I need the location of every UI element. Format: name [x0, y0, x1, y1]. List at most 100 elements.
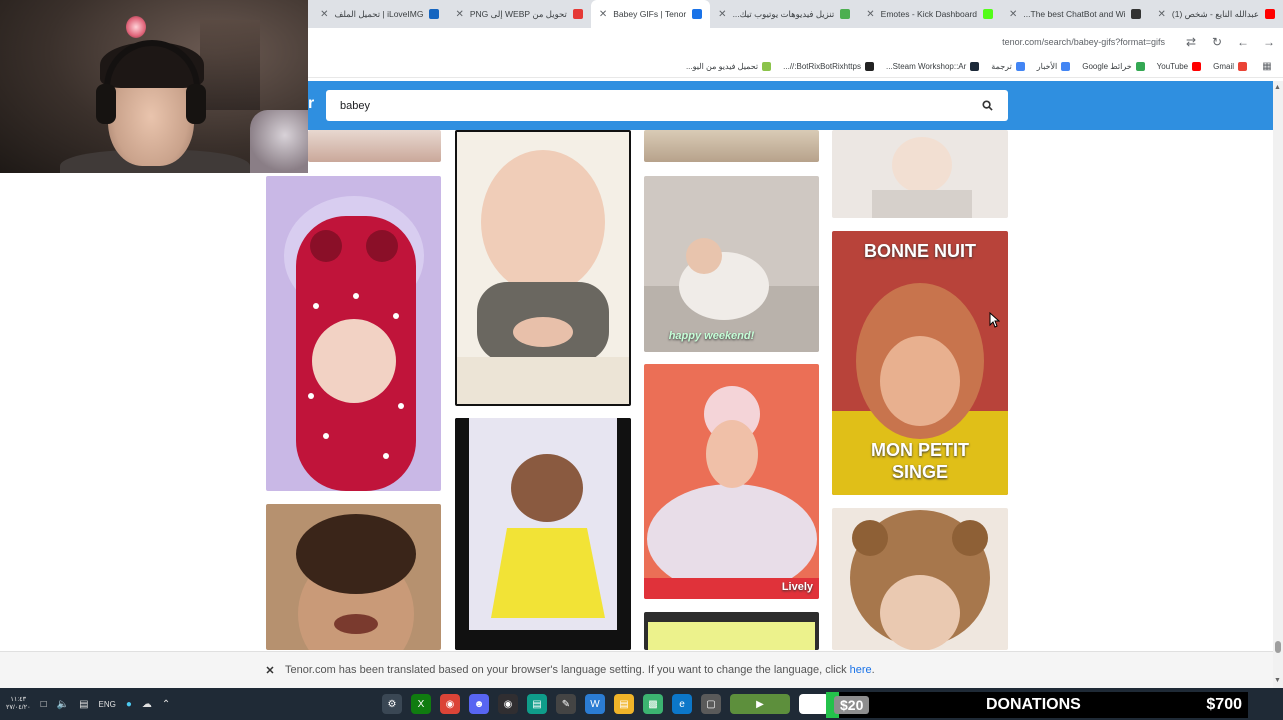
- store-app-icon[interactable]: ▩: [643, 694, 663, 714]
- tenor-logo[interactable]: r: [308, 95, 314, 113]
- apps-grid-icon[interactable]: ▦: [1259, 61, 1275, 72]
- close-icon[interactable]: ✕: [264, 664, 276, 677]
- address-bar[interactable]: tenor.com/search/babey-gifs?format=gifs: [1002, 37, 1165, 47]
- tab-label: تنزيل فيديوهات يوتيوب تيك...: [732, 8, 835, 19]
- tab-close-icon[interactable]: ✕: [1157, 9, 1165, 20]
- settings-app-icon[interactable]: ⚙: [382, 694, 402, 714]
- edge-app-icon[interactable]: e: [672, 694, 692, 714]
- bookmark-item[interactable]: الأخبار: [1037, 62, 1071, 71]
- volume-icon[interactable]: 🔈: [57, 699, 69, 710]
- gif-tile[interactable]: Lively: [644, 364, 819, 599]
- headphone-left: [96, 84, 116, 124]
- donation-goal: $700: [1206, 696, 1242, 713]
- site-settings-icon[interactable]: ⇄: [1183, 35, 1199, 49]
- gif-image-smiling-girl: [266, 504, 441, 650]
- tab-close-icon[interactable]: ✕: [320, 9, 328, 20]
- bookmark-icon: [1015, 62, 1025, 71]
- bookmark-item[interactable]: تحميل فيديو من اليو...: [685, 62, 772, 71]
- bookmark-item[interactable]: Steam Workshop::Ar...: [885, 62, 980, 71]
- tab-favicon-icon: [1131, 9, 1142, 19]
- explorer-app-icon[interactable]: ▤: [614, 694, 634, 714]
- tab-close-icon[interactable]: ✕: [599, 9, 607, 20]
- bookmark-icon: [970, 62, 980, 71]
- webcam-chair: [250, 110, 308, 173]
- gif-image-baby-splash: [644, 364, 819, 599]
- bookmark-item[interactable]: ترجمة: [991, 62, 1025, 71]
- xbox-app-icon[interactable]: X: [411, 694, 431, 714]
- scroll-down-icon[interactable]: ▼: [1274, 677, 1281, 684]
- gif-tile[interactable]: [644, 130, 819, 162]
- bookmark-icon: [1135, 62, 1145, 71]
- gif-image-baby-chair: [832, 130, 1008, 218]
- page-scrollbar[interactable]: ▲ ▼: [1273, 81, 1283, 688]
- browser-toolbar: → ← ↻ ⇄ tenor.com/search/babey-gifs?form…: [308, 28, 1283, 56]
- discord-app-icon[interactable]: ☻: [469, 694, 489, 714]
- chrome-app-icon[interactable]: ◉: [440, 694, 460, 714]
- donation-label: DONATIONS: [986, 696, 1081, 713]
- screen: عبدالله النايع - شخص (1) ✕ The best ChatBo…: [0, 0, 1283, 720]
- gif-image-yellow-sign: [644, 612, 819, 650]
- bookmark-item[interactable]: YouTube: [1157, 62, 1202, 71]
- back-icon[interactable]: ←: [1235, 35, 1251, 49]
- terminal-app-icon[interactable]: ▤: [527, 694, 547, 714]
- gif-caption-bottom: MON PETIT SINGE: [832, 439, 1008, 483]
- gif-tile[interactable]: BONNE NUIT MON PETIT SINGE: [832, 231, 1008, 495]
- translate-link[interactable]: here: [850, 664, 872, 676]
- tab-close-icon[interactable]: ✕: [718, 9, 726, 20]
- bookmark-item[interactable]: خرائط Google: [1082, 62, 1145, 71]
- browser-tab[interactable]: عبدالله النايع - شخص (1) ✕: [1149, 0, 1283, 28]
- language-indicator[interactable]: ENG: [99, 700, 116, 709]
- gif-caption-top: BONNE NUIT: [864, 241, 976, 261]
- obs-app-icon[interactable]: ◉: [498, 694, 518, 714]
- gif-image-baby-lying: [457, 132, 629, 404]
- headphone-right: [186, 84, 206, 124]
- chevron-up-icon[interactable]: ⌃: [162, 699, 170, 710]
- bookmark-label: Gmail: [1213, 62, 1234, 71]
- browser-tab[interactable]: Babey GIFs | Tenor ✕: [590, 0, 711, 28]
- scroll-up-icon[interactable]: ▲: [1274, 84, 1281, 91]
- scroll-thumb[interactable]: [1275, 641, 1281, 653]
- blank-app-icon[interactable]: [799, 694, 829, 714]
- gif-tile[interactable]: [308, 130, 441, 162]
- forward-icon[interactable]: →: [1261, 35, 1277, 49]
- tab-favicon-icon: [983, 9, 994, 19]
- tab-close-icon[interactable]: ✕: [1009, 9, 1017, 20]
- search-icon[interactable]: [980, 99, 994, 113]
- browser-tab[interactable]: تنزيل فيديوهات يوتيوب تيك... ✕: [710, 0, 858, 28]
- cloud-icon[interactable]: ☁: [142, 699, 152, 710]
- bookmark-label: تحميل فيديو من اليو...: [685, 62, 759, 71]
- bookmark-label: Steam Workshop::Ar...: [885, 62, 967, 71]
- reload-icon[interactable]: ↻: [1209, 35, 1225, 49]
- network-icon[interactable]: ▤: [79, 699, 88, 710]
- gif-tile[interactable]: happy weekend!: [644, 176, 819, 352]
- tab-close-icon[interactable]: ✕: [866, 9, 874, 20]
- gif-tile[interactable]: [266, 176, 441, 491]
- gif-image-baby-yellow-dress: [455, 418, 631, 650]
- gif-tile[interactable]: [644, 612, 819, 650]
- app-icon[interactable]: ▢: [701, 694, 721, 714]
- notification-icon[interactable]: □: [41, 699, 47, 710]
- clock[interactable]: ١١:٤٣ ٢٧/٠٤/٢٠: [6, 696, 31, 712]
- browser-tab[interactable]: Emotes - Kick Dashboard ✕: [858, 0, 1001, 28]
- browser-tab[interactable]: The best ChatBot and Wi... ✕: [1001, 0, 1149, 28]
- word-app-icon[interactable]: W: [585, 694, 605, 714]
- gif-tile[interactable]: [455, 130, 631, 406]
- gif-tile[interactable]: [832, 130, 1008, 218]
- bookmarks-bar: ▦ Gmail YouTube خرائط Google الأخبار ترجمة St…: [308, 56, 1283, 78]
- gif-tile[interactable]: [266, 504, 441, 650]
- bookmark-item[interactable]: BotRixBotRixhttps://...: [783, 62, 874, 71]
- donation-current: $20: [834, 696, 870, 714]
- microphone-icon[interactable]: ●: [126, 699, 132, 710]
- game-app-icon[interactable]: ▶: [730, 694, 790, 714]
- clock-time: ١١:٤٣: [10, 696, 27, 703]
- bookmark-label: ترجمة: [991, 62, 1012, 71]
- search-input[interactable]: babey: [326, 90, 1008, 121]
- gif-tile[interactable]: [832, 508, 1008, 650]
- search-value[interactable]: babey: [340, 100, 980, 112]
- browser-tab[interactable]: iLoveIMG | تحميل الملف ✕: [312, 0, 447, 28]
- gif-tile[interactable]: [455, 418, 631, 650]
- tab-close-icon[interactable]: ✕: [455, 9, 463, 20]
- bookmark-item[interactable]: Gmail: [1213, 62, 1247, 71]
- editor-app-icon[interactable]: ✎: [556, 694, 576, 714]
- browser-tab[interactable]: تحويل من WEBP إلى PNG ✕: [447, 0, 590, 28]
